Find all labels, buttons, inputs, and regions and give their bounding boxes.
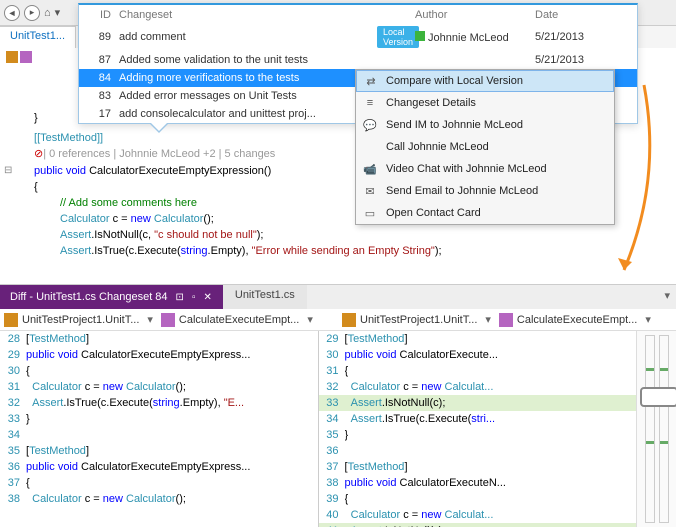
chevron-down-icon[interactable]: ▾ — [143, 313, 157, 326]
diff-line: 40 Calculator c = new Calculat... — [319, 507, 637, 523]
context-menu-item[interactable]: Call Johnnie McLeod — [356, 136, 614, 158]
back-button[interactable]: ◄ — [4, 5, 20, 21]
diff-tab-active[interactable]: Diff - UnitTest1.cs Changeset 84 ⊡ ▫ ✕ — [0, 285, 222, 309]
diff-line: 30{ — [0, 363, 318, 379]
overview-thumb[interactable] — [640, 387, 676, 407]
context-menu-item[interactable]: ▭Open Contact Card — [356, 202, 614, 224]
chevron-down-icon[interactable]: ▾ — [303, 313, 317, 326]
diff-line: 36 — [319, 443, 637, 459]
diff-line: 33 Assert.IsNotNull(c); — [319, 395, 637, 411]
tab-dropdown-icon[interactable]: ▾ — [658, 285, 676, 309]
menu-icon: ▭ — [362, 207, 378, 220]
diff-line: 32 Calculator c = new Calculat... — [319, 379, 637, 395]
diff-line: 32 Assert.IsTrue(c.Execute(string.Empty)… — [0, 395, 318, 411]
diff-line: 29public void CalculatorExecuteEmptyExpr… — [0, 347, 318, 363]
history-row[interactable]: 87Added some validation to the unit test… — [79, 51, 637, 69]
diff-section: Diff - UnitTest1.cs Changeset 84 ⊡ ▫ ✕ U… — [0, 284, 676, 527]
context-menu-item[interactable]: ⇄Compare with Local Version — [356, 70, 614, 92]
context-menu-item[interactable]: ≡Changeset Details — [356, 92, 614, 114]
diff-line: 34 — [0, 427, 318, 443]
codelens[interactable]: ⊘| 0 references | Johnnie McLeod +2 | 5 … — [34, 149, 275, 160]
pin-icon[interactable]: ⊡ — [176, 292, 184, 303]
dropdown-icon[interactable]: ▾ — [55, 6, 61, 19]
context-menu-item[interactable]: 📹Video Chat with Johnnie McLeod — [356, 158, 614, 180]
diff-line: 36public void CalculatorExecuteEmptyExpr… — [0, 459, 318, 475]
context-menu: ⇄Compare with Local Version≡Changeset De… — [355, 69, 615, 225]
attribute: [[TestMethod]] — [34, 132, 103, 144]
history-row[interactable]: 89add comment Local Version Johnnie McLe… — [79, 23, 637, 51]
class-icon — [342, 313, 356, 327]
diff-line: 35} — [319, 427, 637, 443]
menu-icon: ⇄ — [363, 75, 379, 88]
popup-pointer — [149, 123, 169, 133]
chevron-down-icon[interactable]: ▾ — [641, 313, 655, 326]
diff-line: 28[TestMethod] — [0, 331, 318, 347]
diff-pane-right[interactable]: 29[TestMethod]30public void CalculatorEx… — [319, 331, 637, 527]
home-icon[interactable]: ⌂ — [44, 7, 51, 19]
diff-line: 37{ — [0, 475, 318, 491]
chevron-down-icon[interactable]: ▾ — [481, 313, 495, 326]
method-icon — [161, 313, 175, 327]
breadcrumb-left[interactable]: UnitTestProject1.UnitT...▾ CalculateExec… — [0, 309, 338, 330]
file-tab[interactable]: UnitTest1... — [0, 26, 76, 48]
diff-line: 37[TestMethod] — [319, 459, 637, 475]
class-icon — [6, 51, 18, 63]
diff-line: 33} — [0, 411, 318, 427]
restore-icon[interactable]: ▫ — [192, 292, 196, 303]
diff-line: 31{ — [319, 363, 637, 379]
diff-line: 29[TestMethod] — [319, 331, 637, 347]
forward-button[interactable]: ▸ — [24, 5, 40, 21]
diff-line: 39{ — [319, 491, 637, 507]
diff-line: 30public void CalculatorExecute... — [319, 347, 637, 363]
outline-toggle[interactable]: ⊟ — [4, 163, 12, 179]
breadcrumb-right[interactable]: UnitTestProject1.UnitT...▾ CalculateExec… — [338, 309, 676, 330]
close-icon[interactable]: ✕ — [203, 292, 211, 303]
diff-line: 31 Calculator c = new Calculator(); — [0, 379, 318, 395]
method-icon — [499, 313, 513, 327]
class-icon — [4, 313, 18, 327]
diff-line: 38public void CalculatorExecuteN... — [319, 475, 637, 491]
diff-line: 34 Assert.IsTrue(c.Execute(stri... — [319, 411, 637, 427]
diff-pane-left[interactable]: 28[TestMethod]29public void CalculatorEx… — [0, 331, 318, 527]
diff-overview[interactable] — [636, 331, 676, 527]
breadcrumb-row: UnitTestProject1.UnitT...▾ CalculateExec… — [0, 309, 676, 331]
context-menu-item[interactable]: 💬Send IM to Johnnie McLeod — [356, 114, 614, 136]
method-icon — [20, 51, 32, 63]
diff-tab-row: Diff - UnitTest1.cs Changeset 84 ⊡ ▫ ✕ U… — [0, 285, 676, 309]
diff-line: 35[TestMethod] — [0, 443, 318, 459]
context-menu-item[interactable]: ✉Send Email to Johnnie McLeod — [356, 180, 614, 202]
menu-icon: 📹 — [362, 163, 378, 176]
diff-line: 41 Assert.IsNotNull(c); — [319, 523, 637, 527]
menu-icon: ≡ — [362, 97, 378, 109]
menu-icon: ✉ — [362, 185, 378, 198]
diff-line: 38 Calculator c = new Calculator(); — [0, 491, 318, 507]
history-header: ID Changeset Author Date — [79, 5, 637, 23]
menu-icon: 💬 — [362, 119, 378, 132]
diff-tab-inactive[interactable]: UnitTest1.cs — [223, 285, 307, 309]
